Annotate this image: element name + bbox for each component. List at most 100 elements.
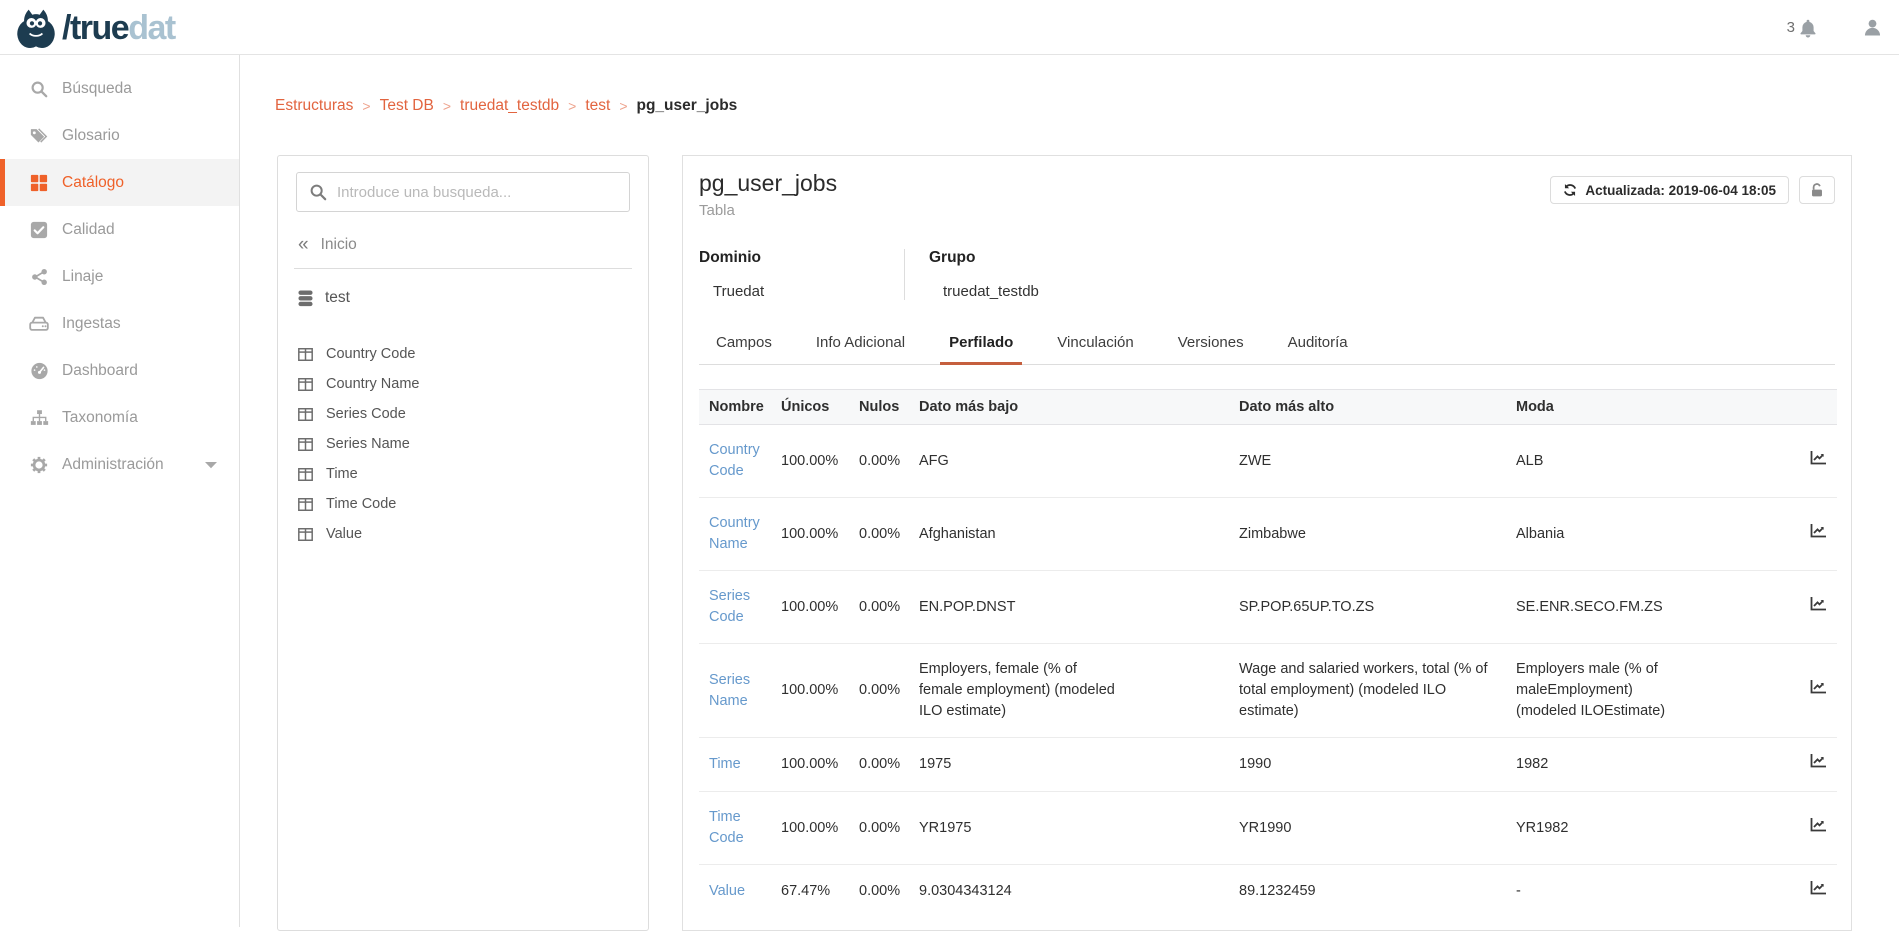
drive-icon — [29, 314, 49, 334]
cell-high-value: ZWE — [1239, 451, 1496, 472]
notification-count: 3 — [1787, 19, 1795, 36]
cell-low-value: Afghanistan — [919, 524, 1124, 545]
sidebar-item-label: Catálogo — [62, 174, 124, 192]
table-header-row: Nombre Únicos Nulos Dato más bajo Dato m… — [699, 390, 1837, 425]
field-link[interactable]: Series Name — [709, 672, 750, 709]
user-icon — [1862, 17, 1883, 38]
notifications-button[interactable]: 3 — [1787, 18, 1818, 38]
tree-back-button[interactable]: « Inicio — [298, 236, 630, 254]
bell-icon — [1798, 18, 1818, 38]
detail-tabs: Campos Info Adicional Perfilado Vinculac… — [699, 326, 1835, 365]
chart-line-icon[interactable] — [1810, 753, 1827, 769]
sidebar-item-glosario[interactable]: Glosario — [0, 112, 239, 159]
columns-icon — [298, 348, 313, 361]
updated-refresh-button[interactable]: Actualizada: 2019-06-04 18:05 — [1550, 176, 1789, 204]
angle-double-left-icon: « — [298, 238, 309, 252]
columns-icon — [298, 378, 313, 391]
group-label: Grupo — [929, 249, 1039, 267]
columns-icon — [298, 468, 313, 481]
sidebar-item-ingestas[interactable]: Ingestas — [0, 300, 239, 347]
cell-low-value: AFG — [919, 451, 1124, 472]
column-header-nulos: Nulos — [849, 390, 909, 425]
chart-line-icon[interactable] — [1810, 817, 1827, 833]
columns-icon — [298, 438, 313, 451]
cell-mode-value: Employers male (% of maleEmployment) (mo… — [1516, 659, 1696, 722]
cell-low-value: YR1975 — [919, 818, 1124, 839]
cell-high-value: 1990 — [1239, 754, 1496, 775]
logo-wordmark: /truedat — [62, 9, 175, 48]
share-icon — [29, 267, 49, 287]
tree-field-series-name[interactable]: Series Name — [296, 429, 630, 459]
tab-perfilado[interactable]: Perfilado — [940, 326, 1022, 365]
tab-versiones[interactable]: Versiones — [1169, 326, 1253, 365]
tree-search-input[interactable] — [296, 172, 630, 212]
field-link[interactable]: Time Code — [709, 809, 744, 846]
tree-field-time[interactable]: Time — [296, 459, 630, 489]
cell-nulls: 0.00% — [849, 571, 909, 644]
tab-info-adicional[interactable]: Info Adicional — [807, 326, 914, 365]
field-link[interactable]: Country Code — [709, 442, 760, 479]
cell-high-value: Wage and salaried workers, total (% of t… — [1239, 659, 1496, 722]
cell-mode-value: 1982 — [1516, 754, 1696, 775]
field-link[interactable]: Country Name — [709, 515, 760, 552]
tree-field-value[interactable]: Value — [296, 519, 630, 549]
breadcrumb-separator: > — [443, 98, 451, 114]
cell-unique: 100.00% — [771, 571, 849, 644]
tree-field-time-code[interactable]: Time Code — [296, 489, 630, 519]
sidebar-item-catalogo[interactable]: Catálogo — [0, 159, 239, 206]
chart-line-icon[interactable] — [1810, 596, 1827, 612]
unlock-button[interactable] — [1799, 176, 1835, 204]
column-header-moda: Moda — [1506, 390, 1777, 425]
table-row: Country Code 100.00% 0.00% AFG ZWE ALB — [699, 425, 1837, 498]
sidebar-item-busqueda[interactable]: Búsqueda — [0, 65, 239, 112]
tree-item-test[interactable]: test — [298, 289, 630, 307]
tab-vinculacion[interactable]: Vinculación — [1048, 326, 1142, 365]
table-row: Country Name 100.00% 0.00% Afghanistan Z… — [699, 498, 1837, 571]
tree-field-country-name[interactable]: Country Name — [296, 369, 630, 399]
table-row: Series Code 100.00% 0.00% EN.POP.DNST SP… — [699, 571, 1837, 644]
tree-back-label: Inicio — [321, 236, 357, 254]
cell-nulls: 0.00% — [849, 738, 909, 792]
chart-line-icon[interactable] — [1810, 450, 1827, 466]
chart-line-icon[interactable] — [1810, 679, 1827, 695]
column-header-dato-mas-bajo: Dato más bajo — [909, 390, 1229, 425]
group-value: truedat_testdb — [943, 283, 1039, 300]
sidebar-item-label: Administración — [62, 456, 164, 474]
chart-line-icon[interactable] — [1810, 880, 1827, 896]
sidebar-item-calidad[interactable]: Calidad — [0, 206, 239, 253]
breadcrumb-separator: > — [568, 98, 576, 114]
breadcrumb-link-testdb[interactable]: Test DB — [380, 97, 434, 115]
table-row: Time Code 100.00% 0.00% YR1975 YR1990 YR… — [699, 792, 1837, 865]
breadcrumb-link-test[interactable]: test — [585, 97, 610, 115]
tab-campos[interactable]: Campos — [707, 326, 781, 365]
cell-mode-value: ALB — [1516, 451, 1696, 472]
cell-nulls: 0.00% — [849, 425, 909, 498]
field-link[interactable]: Value — [709, 883, 745, 899]
cell-mode-value: - — [1516, 881, 1696, 902]
cell-nulls: 0.00% — [849, 865, 909, 919]
sidebar-item-linaje[interactable]: Linaje — [0, 253, 239, 300]
sidebar-item-dashboard[interactable]: Dashboard — [0, 347, 239, 394]
sidebar-item-taxonomia[interactable]: Taxonomía — [0, 394, 239, 441]
tree-divider — [294, 268, 632, 269]
truedat-logo[interactable]: /truedat — [14, 6, 175, 50]
field-link[interactable]: Time — [709, 756, 741, 772]
cell-high-value: Zimbabwe — [1239, 524, 1496, 545]
main-sidebar: Búsqueda Glosario Catálogo Calidad Linaj… — [0, 55, 240, 927]
sidebar-item-administracion[interactable]: Administración — [0, 441, 239, 488]
breadcrumb-link-truedat-testdb[interactable]: truedat_testdb — [460, 97, 559, 115]
tree-field-series-code[interactable]: Series Code — [296, 399, 630, 429]
top-bar: /truedat 3 — [0, 0, 1899, 55]
chart-line-icon[interactable] — [1810, 523, 1827, 539]
tree-field-country-code[interactable]: Country Code — [296, 339, 630, 369]
tree-field-label: Series Code — [326, 406, 406, 422]
breadcrumb-link-estructuras[interactable]: Estructuras — [275, 97, 353, 115]
gear-icon — [29, 455, 49, 475]
user-menu-button[interactable] — [1862, 17, 1883, 38]
column-header-dato-mas-alto: Dato más alto — [1229, 390, 1506, 425]
tab-auditoria[interactable]: Auditoría — [1279, 326, 1357, 365]
table-row: Series Name 100.00% 0.00% Employers, fem… — [699, 644, 1837, 738]
cell-low-value: Employers, female (% of female employmen… — [919, 659, 1124, 722]
sidebar-item-label: Búsqueda — [62, 80, 132, 98]
field-link[interactable]: Series Code — [709, 588, 750, 625]
